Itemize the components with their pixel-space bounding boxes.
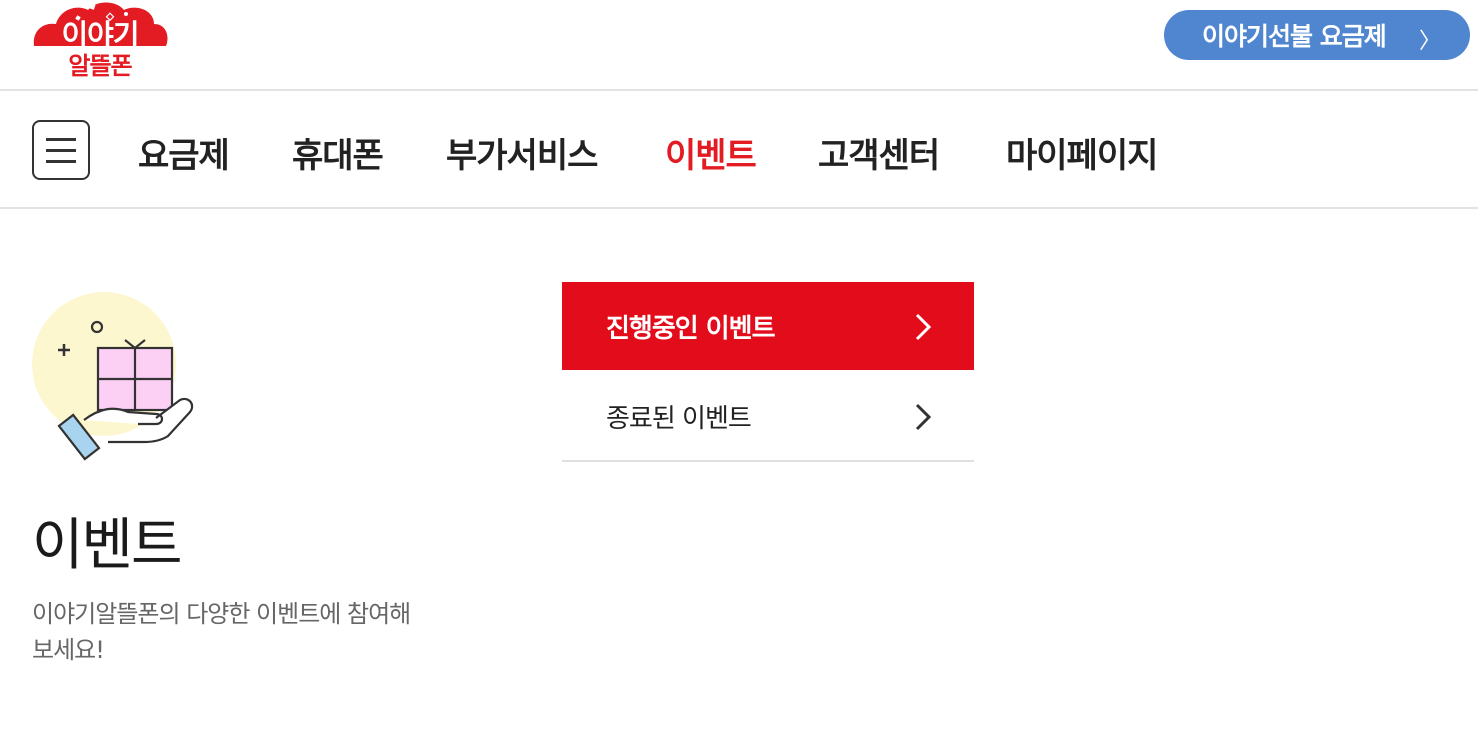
submenu-item-label: 진행중인 이벤트: [606, 313, 775, 344]
chevron-right-icon: [915, 313, 932, 341]
main-nav: 요금제 휴대폰 부가서비스 이벤트 고객센터 마이페이지: [0, 92, 1478, 209]
submenu-item-ended-events[interactable]: 종료된 이벤트: [562, 372, 974, 462]
top-bar: 이야기 알뜰폰 이야기선불 요금제 〉: [0, 0, 1478, 91]
prepaid-plan-button[interactable]: 이야기선불 요금제 〉: [1164, 10, 1470, 60]
nav-item-mypage[interactable]: 마이페이지: [1006, 128, 1158, 177]
logo-text-sub: 알뜰폰: [68, 52, 132, 80]
nav-item-events[interactable]: 이벤트: [665, 128, 757, 177]
nav-item-addons[interactable]: 부가서비스: [446, 128, 598, 177]
event-submenu: 진행중인 이벤트 종료된 이벤트: [562, 282, 974, 462]
hamburger-menu-button[interactable]: [32, 120, 90, 180]
chevron-right-icon: 〉: [1418, 29, 1441, 54]
nav-item-phones[interactable]: 휴대폰: [292, 128, 384, 177]
gift-hand-icon: [30, 290, 200, 465]
hamburger-icon-bar: [46, 160, 76, 163]
hamburger-icon: [46, 138, 76, 141]
nav-item-support[interactable]: 고객센터: [818, 128, 940, 177]
prepaid-plan-label: 이야기선불 요금제: [1202, 22, 1387, 51]
page-description: 이야기알뜰폰의 다양한 이벤트에 참여해 보세요!: [32, 600, 411, 664]
submenu-item-label: 종료된 이벤트: [606, 403, 752, 434]
hamburger-icon-bar: [46, 149, 76, 152]
chevron-right-icon: [915, 403, 932, 431]
submenu-item-ongoing-events[interactable]: 진행중인 이벤트: [562, 282, 974, 370]
logo[interactable]: 이야기 알뜰폰: [30, 0, 170, 82]
nav-item-plans[interactable]: 요금제: [138, 128, 230, 177]
page-title: 이벤트: [32, 513, 183, 578]
